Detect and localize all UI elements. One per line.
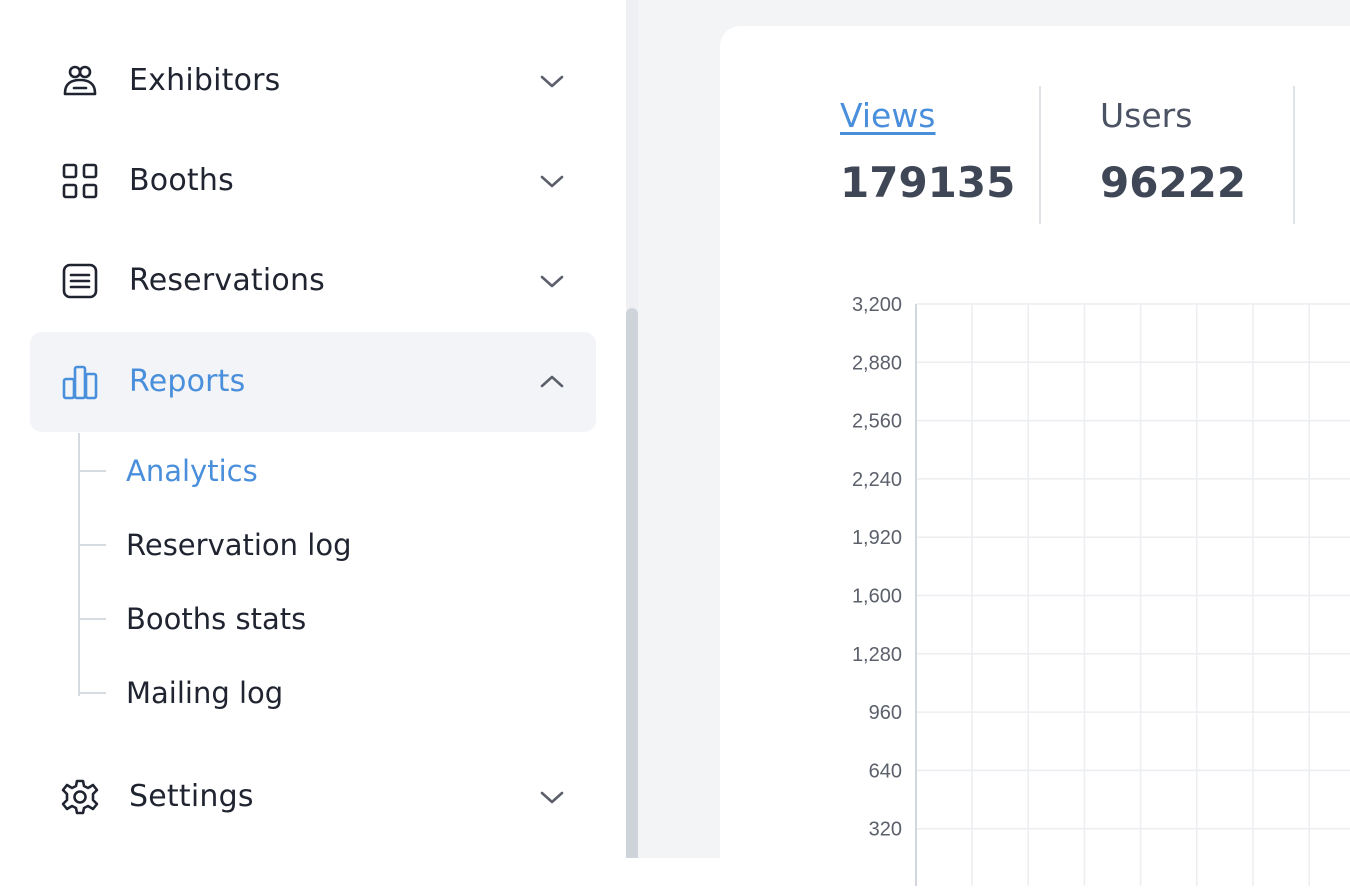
exhibitors-icon — [60, 61, 100, 101]
stat-divider — [1039, 86, 1041, 224]
sidebar-item-settings[interactable]: Settings — [30, 747, 596, 847]
submenu-item-analytics[interactable]: Analytics — [78, 443, 558, 499]
chart-canvas: 3,200 2,880 2,560 2,240 1,920 1,600 1,280 960 64… — [852, 294, 1350, 886]
chevron-down-icon — [538, 169, 566, 193]
sidebar-item-label: Exhibitors — [129, 63, 281, 98]
stat-views[interactable]: Views 179135 — [840, 86, 1030, 226]
gear-icon — [60, 777, 100, 817]
submenu-tick — [80, 470, 106, 472]
submenu-item-mailing-log[interactable]: Mailing log — [78, 665, 558, 721]
chart-y-tick-label: 1,920 — [852, 527, 902, 549]
submenu-tick — [80, 618, 106, 620]
chart-y-tick-label: 2,240 — [852, 469, 902, 491]
submenu-item-label: Analytics — [126, 454, 258, 488]
submenu-item-label: Reservation log — [126, 528, 352, 562]
submenu-tick — [80, 692, 106, 694]
grid-icon — [60, 161, 100, 201]
submenu-tick — [80, 544, 106, 546]
chevron-down-icon — [538, 69, 566, 93]
reports-submenu: Analytics Reservation log Booths stats M… — [78, 433, 578, 710]
chart-y-tick-label: 2,560 — [852, 411, 902, 433]
submenu-item-label: Booths stats — [126, 602, 307, 636]
stat-users[interactable]: Users 96222 — [1100, 86, 1290, 226]
chart-y-tick-label: 320 — [869, 819, 902, 841]
chart-y-tick-label: 640 — [869, 760, 902, 782]
chart-y-tick-label: 1,600 — [852, 586, 902, 608]
stat-users-label[interactable]: Users — [1100, 96, 1192, 135]
sidebar: Exhibitors Booths Reservations Reports A… — [0, 0, 626, 858]
list-icon — [60, 261, 100, 301]
sidebar-item-exhibitors[interactable]: Exhibitors — [30, 31, 596, 131]
chevron-down-icon — [538, 269, 566, 293]
stat-users-value: 96222 — [1100, 158, 1247, 207]
sidebar-item-reports[interactable]: Reports — [30, 332, 596, 432]
chart-y-tick-label: 2,880 — [852, 352, 902, 374]
chart-y-tick-label: 960 — [869, 702, 902, 724]
sidebar-item-label: Booths — [129, 163, 234, 198]
main-content: Views 179135 Users 96222 3,200 2,880 2,560… — [638, 0, 1350, 886]
chart-y-tick-label: 1,280 — [852, 644, 902, 666]
sidebar-item-reservations[interactable]: Reservations — [30, 231, 596, 331]
submenu-item-label: Mailing log — [126, 676, 284, 710]
chevron-up-icon — [538, 370, 566, 394]
stat-views-label[interactable]: Views — [840, 96, 936, 135]
chevron-down-icon — [538, 785, 566, 809]
chart-y-tick-label: 3,200 — [852, 296, 902, 316]
stat-divider — [1293, 86, 1295, 224]
submenu-item-reservation-log[interactable]: Reservation log — [78, 517, 558, 573]
sidebar-item-label: Settings — [129, 779, 254, 814]
sidebar-item-label: Reports — [129, 364, 246, 399]
sidebar-item-booths[interactable]: Booths — [30, 131, 596, 231]
views-chart: 3,200 2,880 2,560 2,240 1,920 1,600 1,280 960 64… — [720, 294, 1350, 886]
sidebar-scrollbar-thumb[interactable] — [626, 308, 638, 858]
bar-chart-icon — [60, 362, 100, 402]
stat-views-value: 179135 — [840, 158, 1016, 207]
submenu-item-booths-stats[interactable]: Booths stats — [78, 591, 558, 647]
sidebar-item-label: Reservations — [129, 263, 326, 298]
analytics-card: Views 179135 Users 96222 3,200 2,880 2,560… — [720, 26, 1350, 886]
